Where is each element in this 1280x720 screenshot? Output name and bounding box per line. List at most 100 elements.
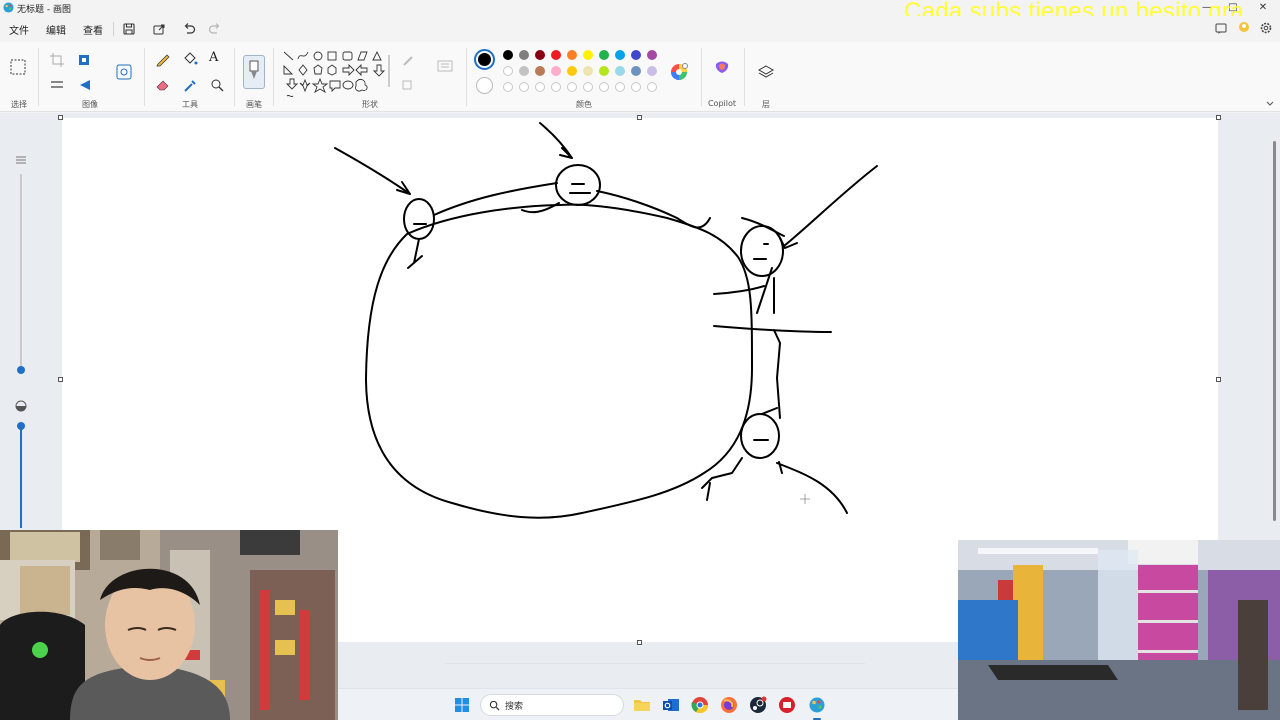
crop-icon[interactable] xyxy=(48,51,66,69)
color-swatch[interactable] xyxy=(631,50,641,60)
custom-color-slot[interactable] xyxy=(551,82,561,92)
vertical-scrollbar[interactable] xyxy=(1273,141,1276,521)
flip-icon[interactable] xyxy=(48,76,66,94)
custom-color-slot[interactable] xyxy=(647,82,657,92)
color-swatch[interactable] xyxy=(519,50,529,60)
rectangle-select-icon[interactable] xyxy=(9,58,27,76)
shape-fill-icon[interactable] xyxy=(400,76,418,94)
resize-icon[interactable] xyxy=(76,51,94,69)
color-swatch[interactable] xyxy=(583,66,593,76)
paint-taskbar-icon[interactable] xyxy=(808,696,826,714)
color-swatch[interactable] xyxy=(551,50,561,60)
settings-gear-icon[interactable] xyxy=(1258,20,1274,36)
custom-color-slot[interactable] xyxy=(535,82,545,92)
custom-color-slot[interactable] xyxy=(631,82,641,92)
notifications-icon[interactable] xyxy=(1213,20,1229,36)
primary-color-button[interactable] xyxy=(474,49,495,70)
color-swatch[interactable] xyxy=(631,66,641,76)
edit-colors-icon[interactable] xyxy=(669,62,689,82)
canvas-resize-handle[interactable] xyxy=(58,377,63,382)
canvas-resize-handle[interactable] xyxy=(1216,377,1221,382)
color-swatch[interactable] xyxy=(599,50,609,60)
save-icon[interactable] xyxy=(121,21,137,37)
size-slider-track[interactable] xyxy=(20,174,22,370)
color-swatch[interactable] xyxy=(567,50,577,60)
custom-color-slot[interactable] xyxy=(567,82,577,92)
paint-app-icon xyxy=(3,2,14,13)
custom-color-slot[interactable] xyxy=(583,82,593,92)
firefox-icon[interactable] xyxy=(720,696,738,714)
horizontal-scrollbar[interactable] xyxy=(445,663,865,664)
group-label-brushes: 画笔 xyxy=(246,100,262,109)
line-size-icon[interactable] xyxy=(436,57,454,75)
color-swatch[interactable] xyxy=(583,50,593,60)
title-bar: 无标题 - 画图 — □ ✕ Cada subs tienes un besit… xyxy=(0,0,1280,25)
eraser-icon[interactable] xyxy=(154,76,172,94)
custom-color-slot[interactable] xyxy=(519,82,529,92)
opacity-slider-track[interactable] xyxy=(20,428,22,528)
custom-color-slot[interactable] xyxy=(503,82,513,92)
shapes-scrollbar[interactable] xyxy=(388,55,390,87)
outlook-icon[interactable] xyxy=(662,696,680,714)
image-remove-background-icon[interactable] xyxy=(115,63,133,81)
chrome-icon[interactable] xyxy=(691,696,709,714)
text-tool-icon[interactable]: A xyxy=(209,50,227,68)
profile-icon[interactable] xyxy=(1236,20,1252,36)
color-swatch[interactable] xyxy=(535,66,545,76)
opacity-slider-thumb[interactable] xyxy=(17,422,25,430)
color-swatch[interactable] xyxy=(535,50,545,60)
color-swatch[interactable] xyxy=(567,66,577,76)
collapse-ribbon-icon[interactable] xyxy=(1265,100,1275,108)
steam-icon[interactable] xyxy=(749,696,767,714)
menu-edit[interactable]: 编辑 xyxy=(46,22,66,37)
layers-icon[interactable] xyxy=(757,63,775,81)
red-app-icon[interactable] xyxy=(778,696,796,714)
color-swatch[interactable] xyxy=(615,50,625,60)
fill-bucket-icon[interactable] xyxy=(181,50,199,68)
shape-outline-icon[interactable] xyxy=(400,51,418,69)
color-swatch[interactable] xyxy=(503,66,513,76)
color-swatch[interactable] xyxy=(647,66,657,76)
canvas-resize-handle[interactable] xyxy=(58,115,63,120)
ribbon-separator xyxy=(144,48,145,106)
windows-start-icon[interactable] xyxy=(454,697,470,713)
share-icon[interactable] xyxy=(151,21,167,37)
color-swatch[interactable] xyxy=(503,50,513,60)
pencil-icon[interactable] xyxy=(154,50,172,68)
menu-bar: 文件 编辑 查看 xyxy=(0,16,1280,42)
magnifier-icon[interactable] xyxy=(208,76,226,94)
canvas-resize-handle[interactable] xyxy=(637,640,642,645)
menu-view[interactable]: 查看 xyxy=(83,22,103,37)
color-swatch[interactable] xyxy=(647,50,657,60)
canvas-resize-handle[interactable] xyxy=(1216,115,1221,120)
group-label-copilot: Copilot xyxy=(707,99,737,108)
webcam-left-image xyxy=(0,530,338,720)
file-explorer-icon[interactable] xyxy=(633,696,651,714)
custom-color-slot[interactable] xyxy=(615,82,625,92)
color-swatch[interactable] xyxy=(551,66,561,76)
close-button[interactable]: ✕ xyxy=(1252,0,1274,16)
color-swatch[interactable] xyxy=(599,66,609,76)
group-label-shapes: 形状 xyxy=(362,100,378,109)
group-label-image: 图像 xyxy=(82,100,98,109)
brushes-button[interactable] xyxy=(243,55,265,89)
group-label-layers: 层 xyxy=(762,100,770,109)
shapes-gallery[interactable] xyxy=(281,49,391,101)
rotate-icon[interactable] xyxy=(76,76,94,94)
ribbon-toolbar: 选择 图像 A 工具 画笔 形状 颜色 Copilot 层 xyxy=(0,42,1280,112)
taskbar-search-box[interactable]: 搜索 xyxy=(480,694,624,716)
menu-file[interactable]: 文件 xyxy=(9,22,29,37)
redo-icon[interactable] xyxy=(207,21,223,37)
search-icon xyxy=(489,700,500,711)
secondary-color-button[interactable] xyxy=(476,77,493,94)
webcam-overlay-left xyxy=(0,530,338,720)
canvas-resize-handle[interactable] xyxy=(637,115,642,120)
ribbon-separator xyxy=(744,48,745,106)
undo-icon[interactable] xyxy=(181,21,197,37)
color-picker-icon[interactable] xyxy=(181,76,199,94)
custom-color-slot[interactable] xyxy=(599,82,609,92)
copilot-icon[interactable] xyxy=(713,58,731,76)
color-swatch[interactable] xyxy=(519,66,529,76)
size-slider-thumb[interactable] xyxy=(17,366,25,374)
color-swatch[interactable] xyxy=(615,66,625,76)
